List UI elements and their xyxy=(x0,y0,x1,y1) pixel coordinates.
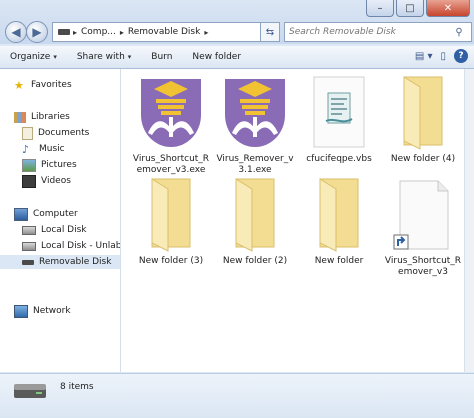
toolbar-right: ▤ ▾ ▯ ? xyxy=(415,49,468,63)
nav-label: Local Disk xyxy=(41,225,87,235)
details-pane: 8 items xyxy=(0,373,474,418)
organize-menu[interactable]: Organize ▾ xyxy=(0,52,67,62)
shortcut-file-icon xyxy=(393,180,449,250)
videos-icon xyxy=(22,174,36,188)
nav-label: Computer xyxy=(33,209,78,219)
nav-label: Local Disk - Unlabeled xyxy=(41,241,121,251)
network-icon xyxy=(14,304,28,318)
file-label: New folder (4) xyxy=(390,154,456,164)
command-bar: Organize ▾ Share with ▾ Burn New folder ▤ … xyxy=(0,46,474,69)
minimize-button[interactable]: – xyxy=(366,0,394,17)
forward-arrow-icon: ▶ xyxy=(32,25,42,39)
folder-icon xyxy=(235,178,275,252)
nav-computer[interactable]: Computer xyxy=(0,207,120,221)
file-item-shortcut[interactable]: Virus_Shortcut_R emover_v3 xyxy=(383,177,463,278)
file-list: Virus_Shortcut_R emover_v3.exe Virus_Remo… xyxy=(121,69,464,372)
forward-button[interactable]: ▶ xyxy=(26,21,48,43)
preview-pane-icon[interactable]: ▯ xyxy=(440,51,446,62)
burn-label: Burn xyxy=(151,52,173,62)
share-with-menu[interactable]: Share with ▾ xyxy=(67,52,141,62)
refresh-button[interactable]: ⇆ xyxy=(260,22,280,42)
hard-drive-icon xyxy=(22,225,36,235)
file-label: New folder (2) xyxy=(222,256,288,266)
caption-buttons: – □ ✕ xyxy=(366,0,470,17)
file-label: New folder (3) xyxy=(138,256,204,266)
vertical-scrollbar[interactable] xyxy=(464,69,474,372)
dropdown-arrow-icon: ▾ xyxy=(127,53,132,61)
vbs-script-icon xyxy=(313,76,365,148)
refresh-icon: ⇆ xyxy=(265,26,275,38)
removable-disk-icon xyxy=(22,259,34,265)
nav-pictures[interactable]: Pictures xyxy=(0,158,120,172)
file-item-vbs-script[interactable]: cfucifeqpe.vbs xyxy=(299,75,379,165)
star-icon: ★ xyxy=(14,78,24,92)
file-label: Virus_Shortcut_R emover_v3 xyxy=(384,256,462,277)
nav-network[interactable]: Network xyxy=(0,304,120,318)
nav-libraries[interactable]: Libraries xyxy=(0,110,120,124)
nav-label: Videos xyxy=(41,176,71,186)
file-label: Virus_Shortcut_R emover_v3.exe xyxy=(132,154,210,175)
nav-label: Documents xyxy=(38,128,90,138)
file-item-new-folder-4[interactable]: New folder (4) xyxy=(383,75,463,165)
burn-button[interactable]: Burn xyxy=(141,52,182,62)
search-box: ⚲ xyxy=(284,22,472,42)
removable-disk-icon xyxy=(14,384,46,398)
nav-label: Network xyxy=(33,306,71,316)
uitm-logo-icon xyxy=(225,79,285,147)
nav-videos[interactable]: Videos xyxy=(0,174,120,188)
drive-icon xyxy=(58,29,70,35)
back-button[interactable]: ◀ xyxy=(5,21,27,43)
file-item-new-folder-2[interactable]: New folder (2) xyxy=(215,177,295,267)
uitm-logo-icon xyxy=(141,79,201,147)
new-folder-button[interactable]: New folder xyxy=(182,52,251,62)
dropdown-arrow-icon: ▾ xyxy=(53,53,57,61)
search-input[interactable] xyxy=(285,26,451,38)
hard-drive-icon xyxy=(22,241,36,251)
nav-label: Music xyxy=(39,144,65,154)
maximize-button[interactable]: □ xyxy=(396,0,424,17)
music-icon: ♪ xyxy=(22,142,30,156)
nav-label: Libraries xyxy=(31,112,70,122)
view-options-icon[interactable]: ▤ ▾ xyxy=(415,51,433,62)
address-input[interactable]: ▸ Comp... ▸ Removable Disk ▸ xyxy=(52,22,278,42)
nav-local-disk[interactable]: Local Disk xyxy=(0,223,120,237)
nav-label: Favorites xyxy=(31,80,72,90)
explorer-window: – □ ✕ ◀ ▶ ▸ Comp... ▸ Removable Disk ▸ ⇆… xyxy=(0,0,474,418)
file-item-virus-shortcut-remover-exe[interactable]: Virus_Shortcut_R emover_v3.exe xyxy=(131,75,211,176)
nav-label: Removable Disk xyxy=(39,257,112,267)
new-folder-label: New folder xyxy=(192,52,242,62)
file-label: Virus_Remover_v 3.1.exe xyxy=(216,154,294,175)
close-button[interactable]: ✕ xyxy=(426,0,470,17)
nav-music[interactable]: ♪ Music xyxy=(0,142,120,156)
file-label: New folder xyxy=(314,256,364,266)
pictures-icon xyxy=(22,158,36,172)
folder-icon xyxy=(151,178,191,252)
nav-documents[interactable]: Documents xyxy=(0,126,120,140)
share-with-label: Share with xyxy=(76,52,125,62)
computer-icon xyxy=(14,207,28,221)
file-item-new-folder-3[interactable]: New folder (3) xyxy=(131,177,211,267)
item-count: 8 items xyxy=(60,382,94,392)
search-icon[interactable]: ⚲ xyxy=(451,27,467,38)
breadcrumb-separator: ▸ xyxy=(204,27,209,37)
nav-removable-disk[interactable]: Removable Disk xyxy=(0,255,120,269)
file-item-new-folder[interactable]: New folder xyxy=(299,177,379,267)
folder-icon xyxy=(403,76,443,150)
address-bar-area: – □ ✕ ◀ ▶ ▸ Comp... ▸ Removable Disk ▸ ⇆… xyxy=(0,0,474,44)
nav-favorites[interactable]: ★ Favorites xyxy=(0,78,120,92)
organize-label: Organize xyxy=(10,52,51,62)
back-arrow-icon: ◀ xyxy=(11,25,21,39)
libraries-icon xyxy=(14,111,26,123)
help-icon[interactable]: ? xyxy=(454,49,468,63)
documents-icon xyxy=(22,126,33,140)
file-item-virus-remover-exe[interactable]: Virus_Remover_v 3.1.exe xyxy=(215,75,295,176)
folder-icon xyxy=(319,178,359,252)
file-label: cfucifeqpe.vbs xyxy=(306,154,372,164)
breadcrumb-computer[interactable]: Comp... xyxy=(77,27,120,37)
navigation-pane: ★ Favorites Libraries Documents ♪ Music Pi… xyxy=(0,69,121,372)
breadcrumb-removable-disk[interactable]: Removable Disk xyxy=(124,27,204,37)
nav-local-disk-unlabeled[interactable]: Local Disk - Unlabeled xyxy=(0,239,121,253)
nav-label: Pictures xyxy=(41,160,77,170)
